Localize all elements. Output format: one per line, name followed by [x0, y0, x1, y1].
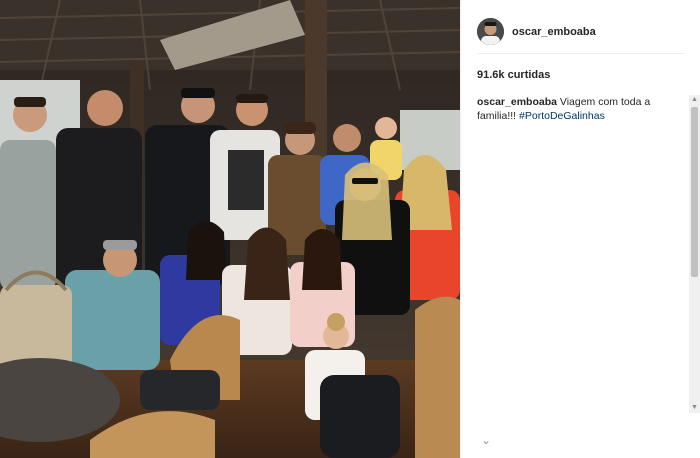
caption-username[interactable]: oscar_emboaba	[477, 96, 557, 108]
avatar[interactable]	[477, 18, 504, 45]
black-handbag	[140, 370, 220, 410]
arrow-up-icon[interactable]: ▲	[689, 95, 700, 105]
like-count[interactable]: 91.6k curtidas	[477, 69, 550, 81]
post-header: oscar_emboaba	[477, 10, 685, 54]
post-photo[interactable]	[0, 0, 460, 458]
comments-scrollbar[interactable]: ▲ ▼	[689, 95, 700, 413]
caption-hashtag[interactable]: #PortoDeGalinhas	[519, 110, 605, 122]
profile-picture	[477, 18, 504, 45]
group-photo-illustration	[0, 0, 460, 458]
backpack	[320, 375, 400, 458]
arrow-down-icon[interactable]: ▼	[689, 403, 700, 413]
post-side-panel: oscar_emboaba 91.6k curtidas oscar_emboa…	[460, 0, 700, 458]
post-username[interactable]: oscar_emboaba	[512, 26, 596, 38]
chevron-down-icon[interactable]: ⌄	[478, 433, 494, 447]
post-caption: oscar_emboaba Viagem com toda a familia!…	[477, 95, 673, 123]
scrollbar-thumb[interactable]	[691, 107, 698, 277]
instagram-post: oscar_emboaba 91.6k curtidas oscar_emboa…	[0, 0, 700, 458]
